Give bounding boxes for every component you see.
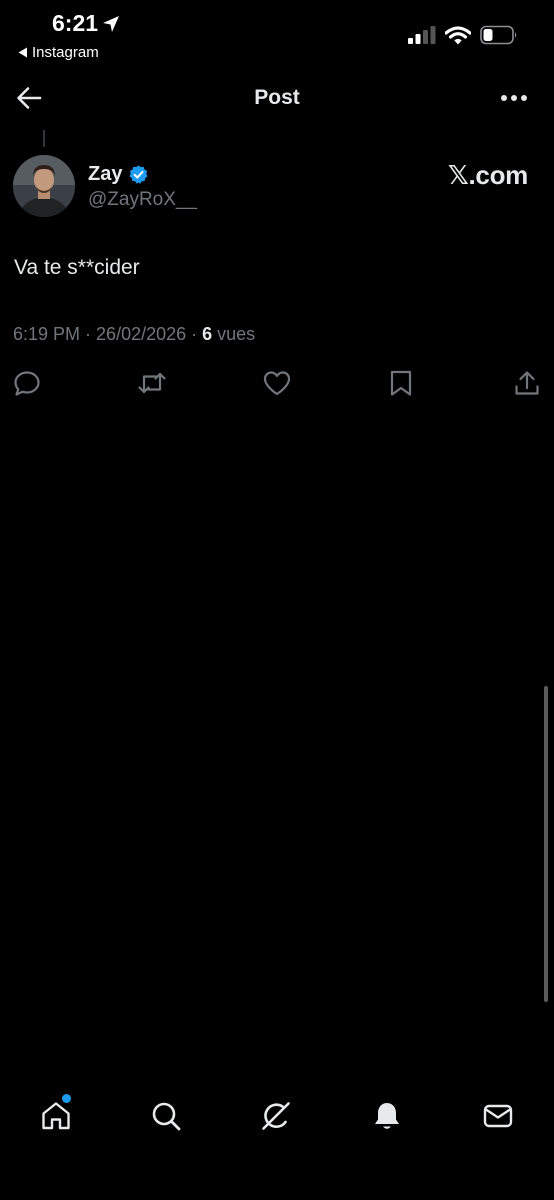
- post-date[interactable]: 26/02/2026: [96, 324, 186, 344]
- post-metadata: 6:19 PM · 26/02/2026 · 6 vues: [13, 324, 255, 345]
- share-icon: [513, 369, 541, 397]
- scrollbar[interactable]: [544, 686, 548, 1002]
- bookmark-icon: [388, 369, 414, 397]
- page-title: Post: [254, 86, 300, 109]
- views-label: vues: [212, 324, 256, 344]
- back-app-label: Instagram: [32, 44, 99, 61]
- thread-connector-line: [43, 130, 45, 147]
- meta-separator: ·: [80, 324, 97, 344]
- tab-home[interactable]: [40, 1100, 72, 1132]
- home-icon: [40, 1100, 72, 1132]
- post-time[interactable]: 6:19 PM: [13, 324, 80, 344]
- tab-notifications[interactable]: [371, 1100, 403, 1132]
- views-count: 6: [202, 324, 213, 344]
- repost-button[interactable]: [137, 369, 167, 397]
- tab-grok[interactable]: [260, 1100, 292, 1132]
- cellular-signal-icon: [408, 26, 436, 44]
- like-icon: [262, 369, 292, 397]
- search-icon: [150, 1100, 182, 1132]
- bookmark-button[interactable]: [388, 369, 414, 397]
- reply-button[interactable]: [13, 369, 41, 397]
- tab-messages[interactable]: [482, 1100, 514, 1132]
- back-triangle-icon: [18, 47, 28, 58]
- location-arrow-icon: [101, 14, 121, 34]
- site-brand-label: 𝕏.com: [447, 160, 528, 190]
- share-button[interactable]: [513, 369, 541, 397]
- status-time: 6:21: [52, 10, 121, 37]
- user-handle[interactable]: @ZayRoX__: [88, 189, 197, 211]
- status-time-text: 6:21: [52, 10, 99, 36]
- notifications-icon: [371, 1100, 403, 1132]
- display-name[interactable]: Zay: [88, 163, 149, 186]
- verified-badge-icon: [128, 164, 149, 185]
- status-indicators: [408, 25, 518, 45]
- home-new-indicator: [62, 1094, 71, 1103]
- back-to-app-link[interactable]: Instagram: [18, 44, 99, 61]
- messages-icon: [482, 1100, 514, 1132]
- like-button[interactable]: [262, 369, 292, 397]
- reply-icon: [13, 369, 41, 397]
- repost-icon: [137, 369, 167, 397]
- more-dots-icon: [500, 94, 528, 102]
- more-options-button[interactable]: [500, 94, 528, 102]
- grok-icon: [260, 1100, 292, 1132]
- avatar[interactable]: [13, 155, 75, 217]
- tab-search[interactable]: [150, 1100, 182, 1132]
- wifi-icon: [445, 25, 471, 45]
- display-name-text: Zay: [88, 163, 123, 185]
- battery-icon: [480, 25, 518, 45]
- post-text: Va te s**cider: [14, 256, 140, 279]
- meta-separator: ·: [186, 324, 203, 344]
